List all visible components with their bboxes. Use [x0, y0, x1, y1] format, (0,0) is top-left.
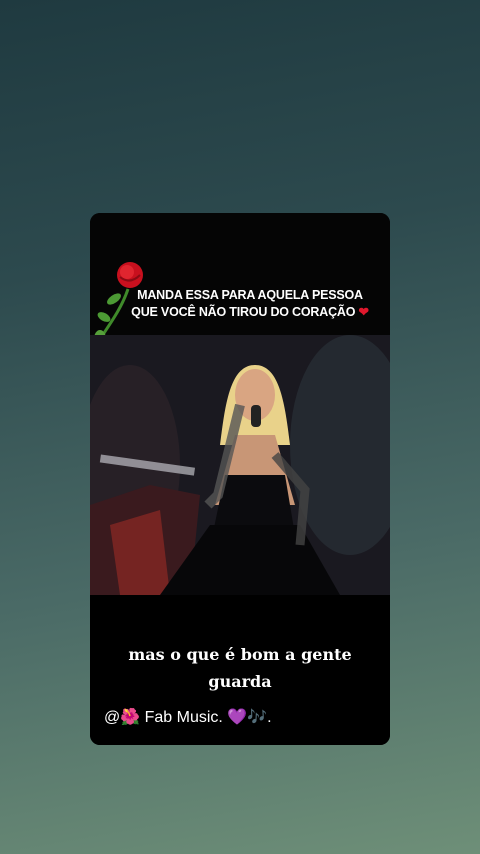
story-card[interactable]: MANDA ESSA PARA AQUELA PESSOA QUE VOCÊ N…: [90, 213, 390, 745]
caption-line-2-text: QUE VOCÊ NÃO TIROU DO CORAÇÃO: [131, 305, 356, 319]
credit-name: Fab Music.: [140, 709, 228, 726]
caption-line-2: QUE VOCÊ NÃO TIROU DO CORAÇÃO ❤: [120, 304, 380, 321]
music-notes-icon: 🎶: [247, 709, 268, 726]
caption-line-1: MANDA ESSA PARA AQUELA PESSOA: [137, 288, 363, 302]
credit-prefix: @: [104, 709, 121, 726]
performer-image: [90, 335, 390, 595]
video-frame[interactable]: [90, 335, 390, 595]
hibiscus-icon: 🌺: [120, 709, 141, 726]
credit-text: @🌺 Fab Music. 💜🎶.: [104, 707, 272, 727]
heart-icon: ❤: [358, 305, 369, 319]
credit-suffix: .: [267, 709, 272, 726]
caption-text: MANDA ESSA PARA AQUELA PESSOA QUE VOCÊ N…: [120, 287, 380, 321]
lyric-line-2: guarda: [208, 672, 272, 691]
purple-heart-icon: 💜: [227, 709, 248, 726]
lyric-line-1: mas o que é bom a gente: [128, 645, 352, 664]
lyric-text: mas o que é bom a gente guarda: [90, 641, 390, 695]
